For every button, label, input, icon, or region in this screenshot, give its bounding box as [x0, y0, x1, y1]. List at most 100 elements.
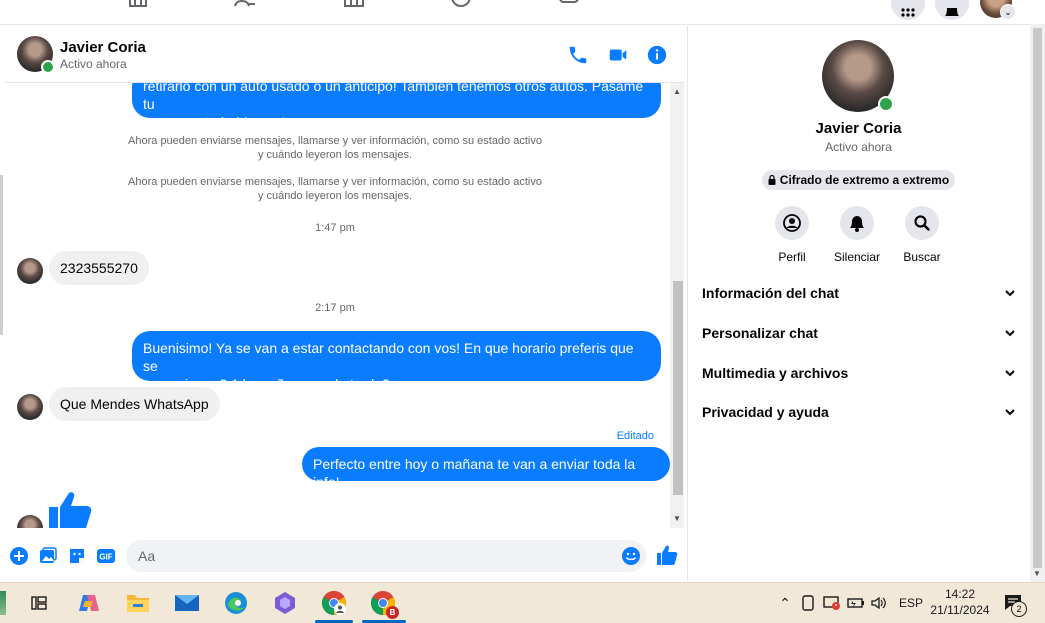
clock[interactable]: 14:22 21/11/2024 — [920, 586, 1000, 618]
section-label: Multimedia y archivos — [702, 365, 849, 381]
friends-icon[interactable] — [234, 0, 256, 8]
marketplace-icon[interactable] — [343, 0, 365, 8]
profile-label: Perfil — [778, 250, 806, 264]
groups-icon[interactable] — [450, 0, 472, 8]
clock-date: 21/11/2024 — [930, 603, 990, 617]
video-call-icon[interactable] — [607, 44, 629, 66]
plus-circle-icon[interactable] — [9, 546, 29, 566]
search-icon — [914, 215, 930, 231]
scroll-up-arrow[interactable]: ▲ — [673, 87, 681, 96]
section-chat-info[interactable]: Información del chat — [702, 282, 1016, 304]
chat-info-panel: Javier Coria Activo ahora Cifrado de ext… — [687, 26, 1029, 581]
chat-header: Javier Coria Activo ahora — [5, 26, 685, 83]
chevron-up-icon[interactable]: ⌃ — [775, 595, 795, 612]
gaming-icon[interactable] — [558, 0, 580, 8]
chevron-down-icon — [1005, 290, 1015, 297]
message-composer: GIF — [5, 536, 685, 576]
chevron-down-icon — [1005, 330, 1015, 337]
system-message: Ahora pueden enviarse mensajes, llamarse… — [125, 175, 545, 203]
section-customize-chat[interactable]: Personalizar chat — [702, 322, 1016, 344]
chat-window: Javier Coria Activo ahora retirarlo con … — [5, 26, 685, 581]
info-icon[interactable] — [646, 44, 668, 66]
scroll-down-arrow[interactable]: ▼ — [1033, 569, 1041, 578]
chrome-profile-icon[interactable] — [321, 590, 347, 616]
mail-icon[interactable] — [174, 590, 200, 616]
online-indicator — [878, 96, 894, 112]
bell-icon — [850, 216, 864, 232]
mute-label: Silenciar — [833, 250, 881, 264]
copilot-icon[interactable] — [76, 590, 102, 616]
app-hex-icon[interactable] — [272, 590, 298, 616]
section-label: Información del chat — [702, 285, 839, 301]
outgoing-message[interactable]: Perfecto entre hoy o mañana te van a env… — [302, 447, 670, 490]
page-scrollbar-thumb[interactable] — [1033, 28, 1042, 568]
svg-text:GIF: GIF — [99, 553, 112, 562]
chevron-down-icon: ⌄ — [1000, 4, 1016, 20]
sender-avatar[interactable] — [17, 515, 43, 528]
gif-icon[interactable]: GIF — [96, 546, 116, 566]
encryption-badge[interactable]: Cifrado de extremo a extremo — [762, 170, 955, 190]
mute-action[interactable]: Silenciar — [825, 206, 889, 264]
section-label: Personalizar chat — [702, 325, 818, 341]
thumbs-up-sticker[interactable] — [47, 491, 95, 528]
taskbar-edge-icon — [0, 591, 6, 615]
phone-icon[interactable] — [567, 44, 589, 66]
search-label: Buscar — [903, 250, 941, 264]
file-explorer-icon[interactable] — [125, 590, 151, 616]
contact-name[interactable]: Javier Coria — [60, 39, 146, 56]
page-scrollbar[interactable]: ▼ — [1030, 24, 1045, 582]
menu-button[interactable] — [891, 0, 925, 20]
chevron-down-icon — [1005, 409, 1015, 416]
scrollbar-thumb[interactable] — [673, 281, 683, 495]
menu-grid-icon — [901, 8, 915, 17]
notifications-button[interactable] — [935, 0, 969, 20]
home-icon[interactable] — [127, 0, 149, 8]
system-message-line: y cuándo leyeron los mensajes. — [257, 149, 413, 161]
incoming-message[interactable]: Que Mendes WhatsApp — [49, 387, 220, 421]
sticker-icon[interactable] — [67, 546, 87, 566]
notification-center-icon[interactable]: 2 — [1003, 593, 1027, 617]
account-avatar[interactable]: ⌄ — [980, 0, 1016, 20]
thumbs-up-icon[interactable] — [656, 545, 678, 565]
photo-icon[interactable] — [38, 546, 58, 566]
sender-avatar[interactable] — [17, 394, 43, 420]
message-text-line: numero y te hablamos! — [143, 114, 286, 130]
profile-icon — [783, 214, 801, 232]
outgoing-message[interactable]: retirarlo con un auto usado o un anticip… — [132, 83, 661, 130]
chrome-icon[interactable]: B — [370, 590, 399, 619]
contact-status: Activo ahora — [60, 57, 127, 71]
online-indicator — [41, 60, 55, 74]
volume-icon[interactable] — [871, 596, 887, 610]
panel-contact-name: Javier Coria — [815, 120, 902, 137]
profile-action[interactable]: Perfil — [760, 206, 824, 264]
clock-time: 14:22 — [944, 587, 976, 601]
outgoing-message[interactable]: Buenisimo! Ya se van a estar contactando… — [132, 331, 661, 392]
contact-profile-picture[interactable] — [822, 40, 894, 112]
incoming-message[interactable]: 2323555270 — [49, 251, 149, 285]
battery-icon[interactable] — [847, 597, 865, 609]
scroll-down-arrow[interactable]: ▼ — [673, 514, 681, 523]
bell-icon — [945, 8, 959, 16]
emoji-icon[interactable] — [621, 546, 641, 566]
lock-icon — [768, 175, 776, 185]
encryption-label: Cifrado de extremo a extremo — [779, 173, 950, 187]
section-privacy-help[interactable]: Privacidad y ayuda — [702, 401, 1016, 423]
task-view-icon[interactable] — [26, 590, 52, 616]
network-warning-icon[interactable] — [823, 595, 841, 611]
contact-avatar[interactable] — [17, 36, 55, 74]
window-edge — [0, 175, 3, 335]
system-tray: ⌃ ESP — [775, 583, 923, 623]
sender-avatar[interactable] — [17, 258, 43, 284]
phone-link-icon[interactable] — [801, 595, 815, 611]
messages-scrollbar[interactable]: ▲ ▼ — [670, 83, 684, 528]
system-message-line: Ahora pueden enviarse mensajes, llamarse… — [128, 176, 542, 188]
edge-browser-icon[interactable] — [223, 590, 249, 616]
search-action[interactable]: Buscar — [890, 206, 954, 264]
chrome-badge: B — [386, 606, 399, 619]
section-media-files[interactable]: Multimedia y archivos — [702, 362, 1016, 384]
message-input[interactable] — [126, 540, 646, 572]
notification-count: 2 — [1011, 601, 1027, 617]
windows-taskbar: B ⌃ ESP 14:22 21/11/2024 2 — [0, 582, 1045, 623]
message-text-line: comuniquen? A la mañana o a la tarde? — [143, 376, 390, 392]
message-timestamp: 2:17 pm — [315, 302, 355, 314]
